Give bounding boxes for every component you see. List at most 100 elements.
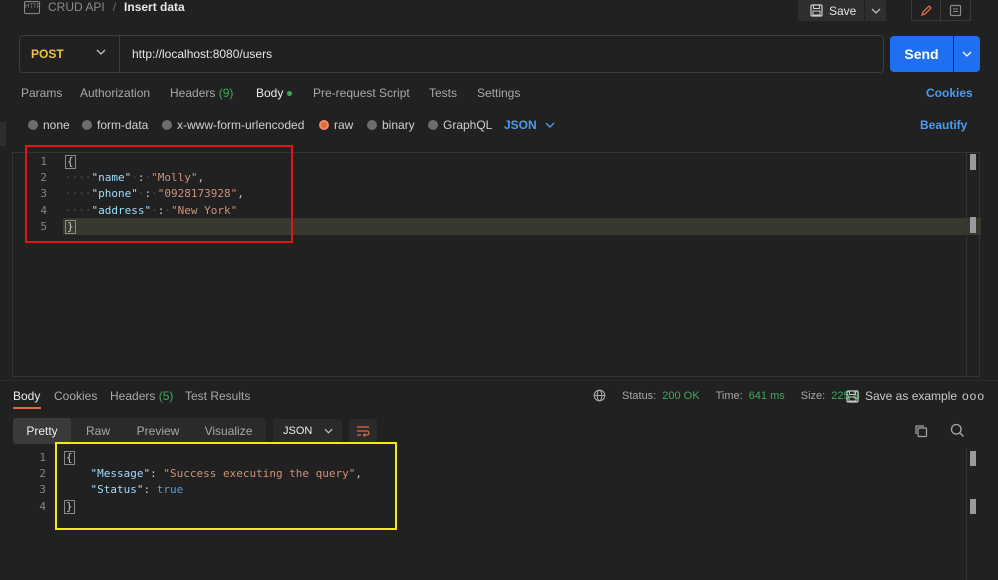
send-button[interactable]: Send bbox=[890, 36, 953, 72]
save-options-button[interactable] bbox=[864, 0, 886, 21]
tab-body-label: Body bbox=[256, 86, 284, 100]
edit-button[interactable] bbox=[911, 0, 941, 21]
response-tab-test-results[interactable]: Test Results bbox=[185, 389, 250, 403]
tab-params[interactable]: Params bbox=[21, 86, 62, 100]
chevron-down-icon bbox=[96, 49, 106, 55]
radio-label: binary bbox=[382, 118, 415, 132]
line-number: 1 bbox=[39, 451, 46, 464]
scrollbar-marker bbox=[970, 217, 976, 233]
response-tab-headers[interactable]: Headers (5) bbox=[110, 389, 173, 403]
response-view-switcher: Pretty Raw Preview Visualize bbox=[13, 418, 266, 444]
radio-label: raw bbox=[334, 118, 354, 132]
scrollbar-thumb[interactable] bbox=[970, 451, 976, 466]
response-tab-body[interactable]: Body bbox=[13, 389, 40, 403]
status-label: Status: bbox=[622, 389, 657, 402]
radio-label: x-www-form-urlencoded bbox=[177, 118, 305, 132]
chevron-down-icon bbox=[324, 428, 333, 434]
radio-circle bbox=[367, 120, 377, 130]
documentation-button[interactable] bbox=[941, 0, 971, 21]
line-number: 4 bbox=[39, 500, 46, 513]
send-options-button[interactable] bbox=[954, 36, 980, 72]
size-label: Size: bbox=[800, 389, 826, 402]
radio-circle-selected bbox=[319, 120, 329, 130]
copy-icon[interactable] bbox=[914, 424, 928, 438]
tab-body[interactable]: Body bbox=[256, 86, 293, 100]
modified-dot-icon bbox=[287, 91, 293, 97]
body-format-label: JSON bbox=[504, 118, 537, 132]
time-value[interactable]: 641 ms bbox=[749, 390, 785, 402]
save-as-example-button[interactable]: Save as example bbox=[846, 389, 957, 403]
view-pretty[interactable]: Pretty bbox=[13, 418, 71, 444]
save-as-example-label: Save as example bbox=[865, 389, 958, 403]
chevron-down-icon bbox=[871, 8, 880, 14]
scrollbar-thumb[interactable] bbox=[970, 154, 976, 170]
tab-settings[interactable]: Settings bbox=[477, 86, 520, 100]
response-scroll-track bbox=[966, 448, 967, 580]
radio-label: none bbox=[43, 118, 70, 132]
annotation-red-box bbox=[25, 145, 293, 243]
request-url-bar: POST bbox=[19, 35, 884, 73]
tab-authorization[interactable]: Authorization bbox=[80, 86, 150, 100]
pencil-icon bbox=[920, 4, 932, 16]
radio-label: GraphQL bbox=[443, 118, 493, 132]
tab-headers[interactable]: Headers (9) bbox=[170, 86, 233, 100]
url-input[interactable] bbox=[132, 45, 872, 63]
tab-pre-request-script[interactable]: Pre-request Script bbox=[313, 86, 410, 100]
save-icon bbox=[810, 4, 823, 17]
response-divider[interactable] bbox=[0, 380, 998, 381]
radio-raw[interactable]: raw bbox=[319, 118, 353, 132]
radio-graphql[interactable]: GraphQL bbox=[428, 118, 492, 132]
radio-label: form-data bbox=[97, 118, 149, 132]
line-number: 3 bbox=[39, 483, 46, 496]
response-format-select[interactable]: JSON bbox=[273, 419, 342, 443]
wrap-lines-icon bbox=[357, 426, 370, 437]
response-tab-headers-label: Headers bbox=[110, 389, 156, 403]
save-label: Save bbox=[829, 3, 857, 18]
time-label: Time: bbox=[715, 389, 743, 402]
chevron-down-icon bbox=[545, 122, 555, 128]
radio-circle bbox=[428, 120, 438, 130]
response-tab-cookies[interactable]: Cookies bbox=[54, 389, 97, 403]
breadcrumb-collection[interactable]: CRUD API bbox=[48, 0, 105, 14]
tab-headers-count: (9) bbox=[218, 86, 234, 100]
breadcrumb: HTTP CRUD API / Insert data bbox=[24, 0, 185, 14]
response-format-label: JSON bbox=[283, 425, 313, 437]
tab-headers-label: Headers bbox=[170, 86, 216, 100]
view-preview[interactable]: Preview bbox=[125, 418, 191, 444]
more-options-icon[interactable]: ooo bbox=[962, 389, 985, 403]
view-raw[interactable]: Raw bbox=[71, 418, 125, 444]
sidebar-edge bbox=[0, 122, 6, 146]
radio-circle bbox=[28, 120, 38, 130]
search-icon[interactable] bbox=[950, 423, 965, 438]
radio-form-data[interactable]: form-data bbox=[82, 118, 148, 132]
radio-circle bbox=[82, 120, 92, 130]
chevron-down-icon bbox=[962, 51, 972, 57]
active-tab-underline bbox=[13, 407, 41, 409]
globe-icon[interactable] bbox=[593, 389, 606, 402]
breadcrumb-separator: / bbox=[112, 0, 117, 14]
tab-tests[interactable]: Tests bbox=[429, 86, 457, 100]
request-title[interactable]: Insert data bbox=[124, 0, 185, 14]
radio-binary[interactable]: binary bbox=[367, 118, 415, 132]
response-tab-headers-count: (5) bbox=[158, 389, 174, 403]
wrap-lines-button[interactable] bbox=[349, 419, 377, 443]
http-file-icon: HTTP bbox=[24, 0, 41, 14]
cookies-link[interactable]: Cookies bbox=[926, 86, 973, 100]
radio-circle bbox=[162, 120, 172, 130]
radio-x-www-form-urlencoded[interactable]: x-www-form-urlencoded bbox=[162, 118, 304, 132]
editor-scroll-track bbox=[966, 153, 967, 376]
status-value[interactable]: 200 OK bbox=[662, 390, 699, 402]
beautify-link[interactable]: Beautify bbox=[920, 118, 967, 132]
line-number: 2 bbox=[39, 467, 46, 480]
radio-none[interactable]: none bbox=[28, 118, 70, 132]
body-format-select[interactable]: JSON bbox=[504, 118, 555, 132]
save-button[interactable]: Save bbox=[798, 0, 864, 21]
scrollbar-marker bbox=[970, 499, 976, 514]
method-label: POST bbox=[31, 47, 64, 61]
annotation-yellow-box bbox=[55, 442, 397, 530]
save-icon bbox=[846, 389, 859, 403]
view-visualize[interactable]: Visualize bbox=[191, 418, 266, 444]
method-select[interactable]: POST bbox=[20, 36, 120, 72]
document-icon bbox=[949, 4, 962, 16]
response-meta: Status: 200 OK Time: 641 ms Size: 225 B bbox=[593, 389, 860, 402]
